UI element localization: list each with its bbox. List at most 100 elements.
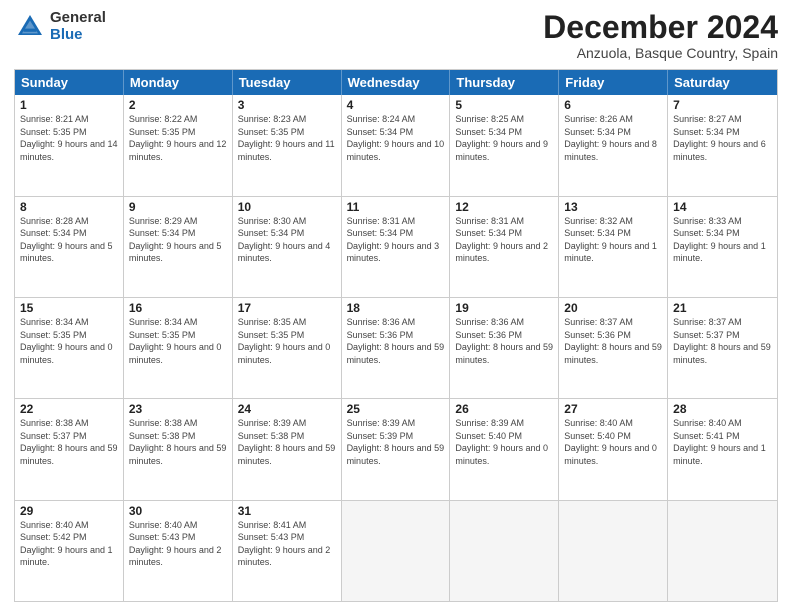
cell-info: Sunrise: 8:38 AMSunset: 5:37 PMDaylight:… (20, 417, 118, 467)
calendar-header-cell: Wednesday (342, 70, 451, 95)
cell-info: Sunrise: 8:37 AMSunset: 5:36 PMDaylight:… (564, 316, 662, 366)
calendar-cell: 29Sunrise: 8:40 AMSunset: 5:42 PMDayligh… (15, 501, 124, 601)
calendar-header-cell: Tuesday (233, 70, 342, 95)
calendar-cell: 28Sunrise: 8:40 AMSunset: 5:41 PMDayligh… (668, 399, 777, 499)
calendar-cell: 1Sunrise: 8:21 AMSunset: 5:35 PMDaylight… (15, 95, 124, 195)
cell-info: Sunrise: 8:25 AMSunset: 5:34 PMDaylight:… (455, 113, 553, 163)
cell-info: Sunrise: 8:31 AMSunset: 5:34 PMDaylight:… (347, 215, 445, 265)
day-number: 2 (129, 98, 227, 112)
calendar-row: 1Sunrise: 8:21 AMSunset: 5:35 PMDaylight… (15, 95, 777, 195)
calendar: SundayMondayTuesdayWednesdayThursdayFrid… (14, 69, 778, 602)
day-number: 17 (238, 301, 336, 315)
calendar-cell: 25Sunrise: 8:39 AMSunset: 5:39 PMDayligh… (342, 399, 451, 499)
day-number: 29 (20, 504, 118, 518)
calendar-cell: 2Sunrise: 8:22 AMSunset: 5:35 PMDaylight… (124, 95, 233, 195)
calendar-header-cell: Sunday (15, 70, 124, 95)
calendar-cell: 24Sunrise: 8:39 AMSunset: 5:38 PMDayligh… (233, 399, 342, 499)
calendar-cell: 26Sunrise: 8:39 AMSunset: 5:40 PMDayligh… (450, 399, 559, 499)
day-number: 20 (564, 301, 662, 315)
calendar-cell: 13Sunrise: 8:32 AMSunset: 5:34 PMDayligh… (559, 197, 668, 297)
cell-info: Sunrise: 8:37 AMSunset: 5:37 PMDaylight:… (673, 316, 772, 366)
calendar-row: 22Sunrise: 8:38 AMSunset: 5:37 PMDayligh… (15, 398, 777, 499)
day-number: 7 (673, 98, 772, 112)
day-number: 9 (129, 200, 227, 214)
cell-info: Sunrise: 8:40 AMSunset: 5:40 PMDaylight:… (564, 417, 662, 467)
cell-info: Sunrise: 8:34 AMSunset: 5:35 PMDaylight:… (129, 316, 227, 366)
cell-info: Sunrise: 8:39 AMSunset: 5:40 PMDaylight:… (455, 417, 553, 467)
day-number: 16 (129, 301, 227, 315)
cell-info: Sunrise: 8:29 AMSunset: 5:34 PMDaylight:… (129, 215, 227, 265)
day-number: 14 (673, 200, 772, 214)
cell-info: Sunrise: 8:36 AMSunset: 5:36 PMDaylight:… (347, 316, 445, 366)
calendar-cell: 23Sunrise: 8:38 AMSunset: 5:38 PMDayligh… (124, 399, 233, 499)
calendar-header-cell: Friday (559, 70, 668, 95)
calendar-cell: 5Sunrise: 8:25 AMSunset: 5:34 PMDaylight… (450, 95, 559, 195)
day-number: 30 (129, 504, 227, 518)
calendar-cell (668, 501, 777, 601)
logo-icon (14, 11, 46, 43)
day-number: 26 (455, 402, 553, 416)
calendar-cell: 18Sunrise: 8:36 AMSunset: 5:36 PMDayligh… (342, 298, 451, 398)
calendar-cell: 21Sunrise: 8:37 AMSunset: 5:37 PMDayligh… (668, 298, 777, 398)
logo-text: General Blue (50, 10, 106, 43)
day-number: 15 (20, 301, 118, 315)
calendar-cell: 30Sunrise: 8:40 AMSunset: 5:43 PMDayligh… (124, 501, 233, 601)
day-number: 23 (129, 402, 227, 416)
calendar-cell: 9Sunrise: 8:29 AMSunset: 5:34 PMDaylight… (124, 197, 233, 297)
day-number: 10 (238, 200, 336, 214)
cell-info: Sunrise: 8:27 AMSunset: 5:34 PMDaylight:… (673, 113, 772, 163)
calendar-cell: 7Sunrise: 8:27 AMSunset: 5:34 PMDaylight… (668, 95, 777, 195)
cell-info: Sunrise: 8:30 AMSunset: 5:34 PMDaylight:… (238, 215, 336, 265)
calendar-cell: 10Sunrise: 8:30 AMSunset: 5:34 PMDayligh… (233, 197, 342, 297)
calendar-cell: 6Sunrise: 8:26 AMSunset: 5:34 PMDaylight… (559, 95, 668, 195)
cell-info: Sunrise: 8:26 AMSunset: 5:34 PMDaylight:… (564, 113, 662, 163)
calendar-row: 15 Sunrise: 8:34 AMSunset: 5:35 PMDayligh… (15, 297, 777, 398)
calendar-header-cell: Monday (124, 70, 233, 95)
location: Anzuola, Basque Country, Spain (543, 45, 778, 61)
day-number: 18 (347, 301, 445, 315)
calendar-cell: 4Sunrise: 8:24 AMSunset: 5:34 PMDaylight… (342, 95, 451, 195)
cell-info: Sunrise: 8:40 AMSunset: 5:42 PMDaylight:… (20, 519, 118, 569)
month-title: December 2024 (543, 10, 778, 45)
day-number: 27 (564, 402, 662, 416)
calendar-cell: 11Sunrise: 8:31 AMSunset: 5:34 PMDayligh… (342, 197, 451, 297)
calendar-cell: 20Sunrise: 8:37 AMSunset: 5:36 PMDayligh… (559, 298, 668, 398)
calendar-cell: 12Sunrise: 8:31 AMSunset: 5:34 PMDayligh… (450, 197, 559, 297)
calendar-cell: 16Sunrise: 8:34 AMSunset: 5:35 PMDayligh… (124, 298, 233, 398)
calendar-cell (342, 501, 451, 601)
cell-info: Sunrise: 8:28 AMSunset: 5:34 PMDaylight:… (20, 215, 118, 265)
cell-info: Sunrise: 8:36 AMSunset: 5:36 PMDaylight:… (455, 316, 553, 366)
cell-info: Sunrise: 8:33 AMSunset: 5:34 PMDaylight:… (673, 215, 772, 265)
day-number: 31 (238, 504, 336, 518)
calendar-header-cell: Saturday (668, 70, 777, 95)
day-number: 3 (238, 98, 336, 112)
cell-info: Sunrise: 8:40 AMSunset: 5:43 PMDaylight:… (129, 519, 227, 569)
calendar-cell: 31Sunrise: 8:41 AMSunset: 5:43 PMDayligh… (233, 501, 342, 601)
cell-info: Sunrise: 8:22 AMSunset: 5:35 PMDaylight:… (129, 113, 227, 163)
calendar-cell: 15Sunrise: 8:34 AMSunset: 5:35 PMDayligh… (15, 298, 124, 398)
calendar-cell (450, 501, 559, 601)
calendar-cell: 8Sunrise: 8:28 AMSunset: 5:34 PMDaylight… (15, 197, 124, 297)
day-number: 4 (347, 98, 445, 112)
cell-info: Sunrise: 8:31 AMSunset: 5:34 PMDaylight:… (455, 215, 553, 265)
cell-info: Sunrise: 8:35 AMSunset: 5:35 PMDaylight:… (238, 316, 336, 366)
day-number: 28 (673, 402, 772, 416)
page-header: General Blue December 2024 Anzuola, Basq… (14, 10, 778, 61)
calendar-header: SundayMondayTuesdayWednesdayThursdayFrid… (15, 70, 777, 95)
page-container: General Blue December 2024 Anzuola, Basq… (0, 0, 792, 612)
title-block: December 2024 Anzuola, Basque Country, S… (543, 10, 778, 61)
logo-general: General (50, 10, 106, 27)
day-number: 19 (455, 301, 553, 315)
calendar-cell: 27Sunrise: 8:40 AMSunset: 5:40 PMDayligh… (559, 399, 668, 499)
day-number: 5 (455, 98, 553, 112)
cell-info: Sunrise: 8:32 AMSunset: 5:34 PMDaylight:… (564, 215, 662, 265)
day-number: 25 (347, 402, 445, 416)
day-number: 21 (673, 301, 772, 315)
cell-info: Sunrise: 8:24 AMSunset: 5:34 PMDaylight:… (347, 113, 445, 163)
day-number: 13 (564, 200, 662, 214)
calendar-cell (559, 501, 668, 601)
day-number: 22 (20, 402, 118, 416)
calendar-body: 1Sunrise: 8:21 AMSunset: 5:35 PMDaylight… (15, 95, 777, 601)
day-number: 12 (455, 200, 553, 214)
calendar-cell: 3Sunrise: 8:23 AMSunset: 5:35 PMDaylight… (233, 95, 342, 195)
